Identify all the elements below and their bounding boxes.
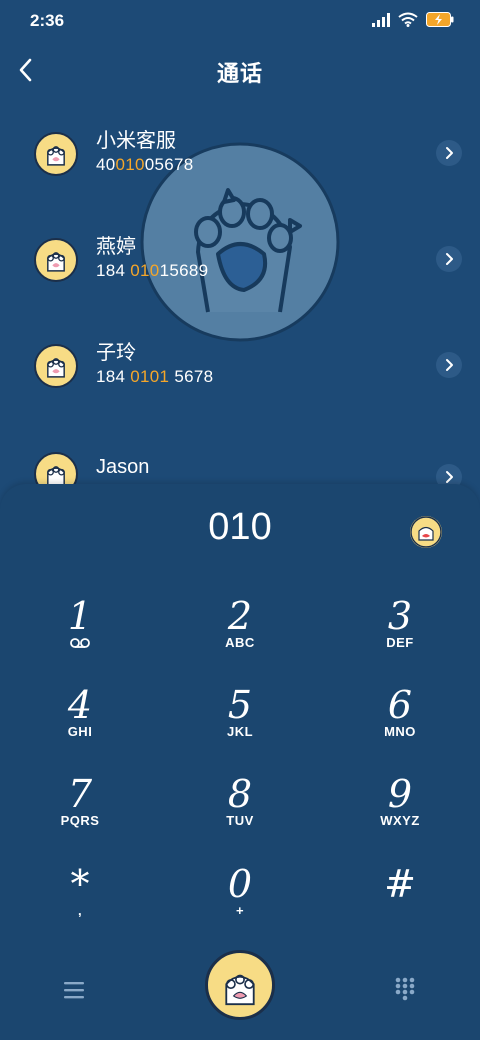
status-time: 2:36 [30,11,65,30]
dialpad: 010 1 2 ABC 3 DEF 4 GHI 5 JKL 6 MNO 7 PQ… [0,484,480,1040]
key-4[interactable]: 4 GHI [0,685,160,765]
contact-item[interactable]: 子玲 184 0101 5678 [0,322,480,422]
paw-avatar-icon [34,238,78,282]
key-star[interactable]: * , [0,864,160,944]
signal-icon [372,12,390,27]
key-0[interactable]: 0 + [160,864,320,944]
call-icon[interactable] [205,950,275,1020]
status-bar: 2:36 [0,0,480,40]
key-hash[interactable]: # [320,864,480,944]
header: 通话 [0,44,480,96]
paw-avatar-icon [34,132,78,176]
key-3[interactable]: 3 DEF [320,596,480,676]
key-8[interactable]: 8 TUV [160,774,320,854]
voicemail-icon [70,638,90,648]
paw-avatar-icon[interactable] [410,516,442,548]
contact-name: 小米客服 [96,130,176,152]
wifi-icon [398,12,418,27]
key-5[interactable]: 5 JKL [160,685,320,765]
chevron-right-icon[interactable] [436,246,462,272]
contact-name: 燕婷 [96,236,136,258]
chevron-right-icon[interactable] [436,140,462,166]
key-7[interactable]: 7 PQRS [0,774,160,854]
key-6[interactable]: 6 MNO [320,685,480,765]
key-1[interactable]: 1 [0,596,160,676]
keypad-icon[interactable] [394,976,416,1002]
contact-item[interactable]: 燕婷 184 01015689 [0,216,480,316]
contact-name: 子玲 [96,342,136,364]
menu-icon[interactable] [62,980,86,1000]
contact-number: 184 0101 5678 [96,367,214,386]
chevron-right-icon[interactable] [436,352,462,378]
battery-icon [426,12,454,27]
contact-number: 184 01015689 [96,261,209,280]
page-title: 通话 [216,61,263,86]
contact-name: Jason [96,456,150,478]
key-2[interactable]: 2 ABC [160,596,320,676]
contact-number: 4001005678 [96,155,194,174]
contact-item[interactable]: 小米客服 4001005678 [0,110,480,210]
dial-input[interactable]: 010 [0,506,480,549]
key-9[interactable]: 9 WXYZ [320,774,480,854]
status-icons [372,12,454,27]
paw-avatar-icon [34,344,78,388]
